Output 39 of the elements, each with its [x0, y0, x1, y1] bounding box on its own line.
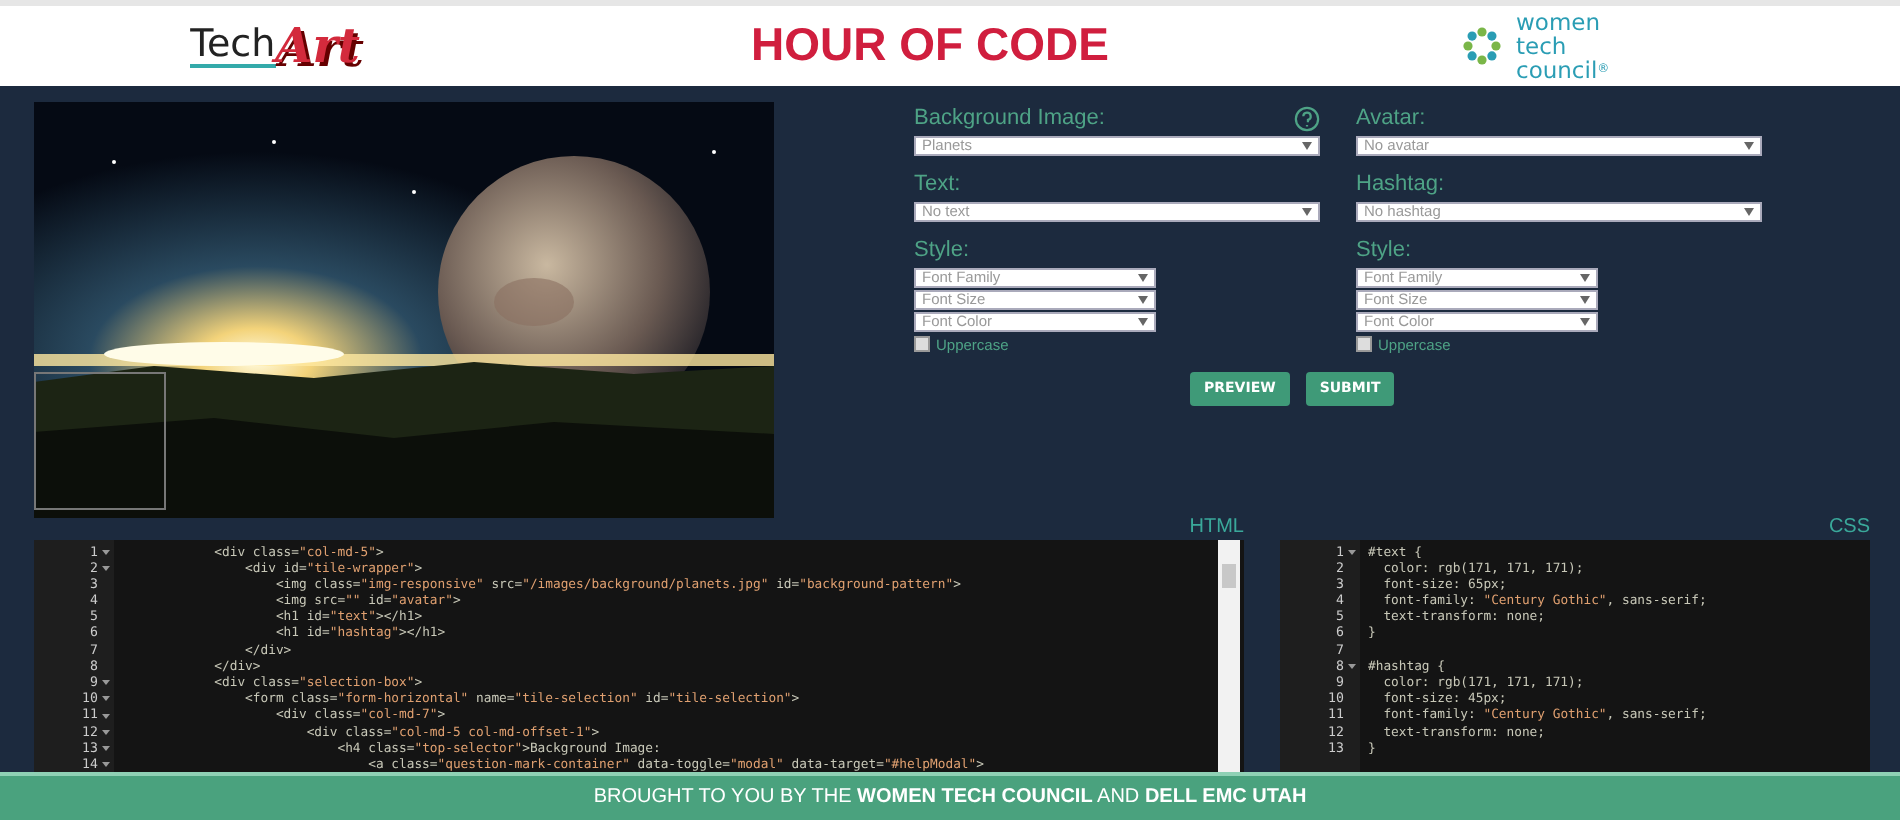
- field-label: Hashtag:: [1356, 172, 1445, 197]
- caret-icon: [1302, 141, 1312, 150]
- code-editor[interactable]: [34, 539, 1244, 772]
- editor-title: HTML: [1189, 515, 1244, 540]
- field-label: Avatar:: [1356, 106, 1426, 131]
- logo-text: Art: [275, 16, 360, 75]
- help-icon[interactable]: [1294, 105, 1320, 132]
- caret-icon: [1580, 273, 1590, 282]
- caret-icon: [1138, 295, 1148, 304]
- fold-icon[interactable]: [102, 711, 110, 719]
- editor-title: CSS: [1828, 515, 1870, 540]
- scrollbar[interactable]: [1218, 539, 1240, 772]
- fold-icon[interactable]: [102, 727, 110, 736]
- field-label: Style:: [914, 238, 970, 263]
- avatar-frame: [34, 371, 166, 510]
- caret-icon: [1744, 141, 1754, 150]
- caret-icon: [1580, 317, 1590, 326]
- caret-icon: [1138, 273, 1148, 282]
- fold-icon[interactable]: [102, 743, 110, 752]
- fold-icon[interactable]: [1348, 547, 1356, 556]
- field-label: Text:: [914, 172, 961, 197]
- fold-icon[interactable]: [102, 760, 110, 769]
- fold-icon[interactable]: [102, 563, 110, 572]
- fold-icon[interactable]: [1348, 661, 1356, 670]
- page-title: HOUR OF CODE: [749, 18, 1111, 73]
- checkbox[interactable]: [914, 336, 930, 353]
- caret-icon: [1580, 295, 1590, 304]
- caret-icon: [1302, 207, 1312, 216]
- fold-icon[interactable]: [102, 694, 110, 703]
- field-label: Style:: [1356, 238, 1412, 263]
- fold-icon[interactable]: [102, 547, 110, 556]
- flower-logo-icon: [1460, 23, 1504, 68]
- checkbox[interactable]: [1356, 336, 1372, 353]
- fold-icon[interactable]: [102, 678, 110, 687]
- field-label: Background Image:: [914, 106, 1105, 131]
- caret-icon: [1138, 317, 1148, 326]
- code-editor[interactable]: [1280, 539, 1870, 772]
- caret-icon: [1744, 207, 1754, 216]
- footer-text: BROUGHT TO YOU BY THE WOMEN TECH COUNCIL AND DELL EMC UTAH: [593, 786, 1307, 809]
